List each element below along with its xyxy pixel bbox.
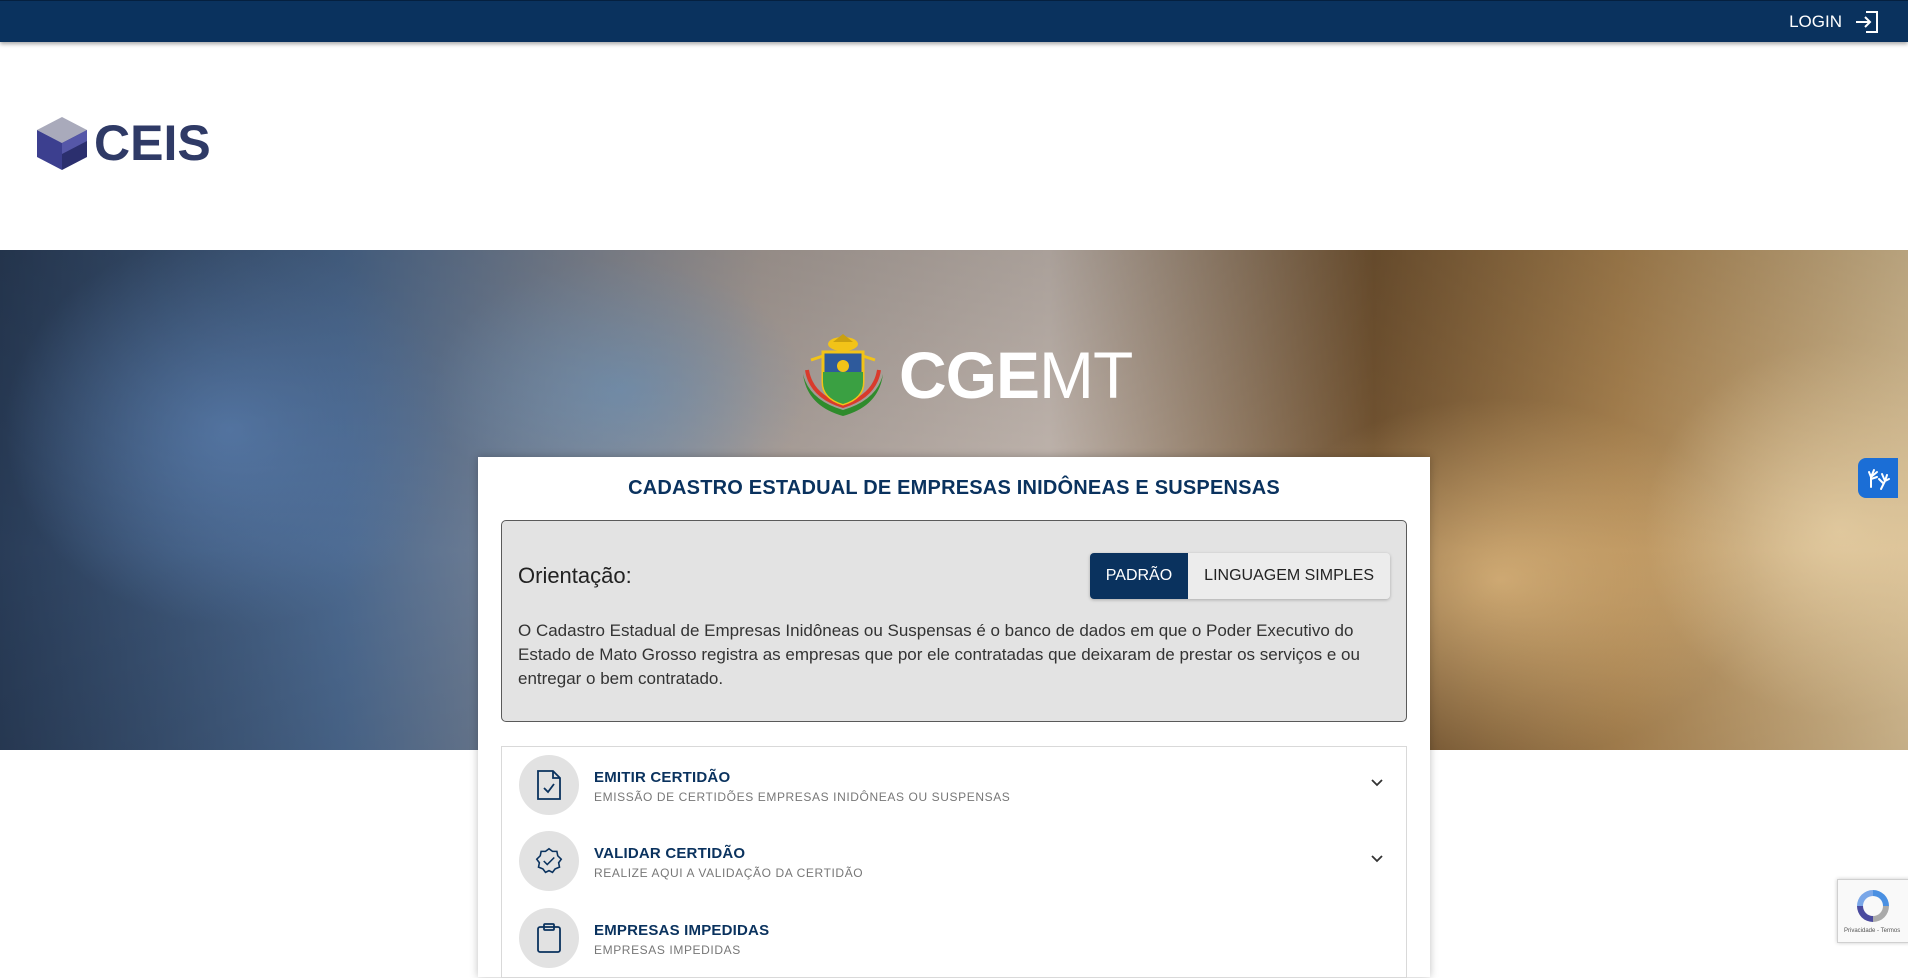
cgemt-logo: CGEMT	[797, 330, 1133, 420]
orientation-label: Orientação:	[518, 563, 632, 588]
ceis-logo[interactable]: CEIS	[34, 115, 211, 171]
accordion-title: EMITIR CERTIDÃO	[594, 769, 731, 786]
language-toggle: PADRÃO LINGUAGEM SIMPLES	[1089, 553, 1390, 599]
recaptcha-icon	[1857, 890, 1889, 922]
cube-logo-icon	[37, 117, 87, 170]
coat-of-arms-icon	[803, 334, 883, 416]
recaptcha-links[interactable]: Privacidade - Termos	[1844, 928, 1900, 934]
clipboard-icon	[519, 908, 579, 968]
main-panel: CADASTRO ESTADUAL DE EMPRESAS INIDÔNEAS …	[478, 457, 1430, 978]
logo-text: CEIS	[94, 115, 211, 171]
sign-in-icon	[1856, 11, 1878, 33]
accordion-title: EMPRESAS IMPEDIDAS	[594, 922, 770, 939]
orientation-text: O Cadastro Estadual de Empresas Inidônea…	[518, 621, 1360, 688]
login-label: LOGIN	[1789, 12, 1842, 31]
accordion-subtitle: REALIZE AQUI A VALIDAÇÃO DA CERTIDÃO	[594, 866, 864, 880]
orientation-box: Orientação: PADRÃO LINGUAGEM SIMPLES O C…	[501, 520, 1407, 722]
chevron-down-icon	[1371, 779, 1383, 787]
top-navbar: LOGIN	[0, 0, 1908, 42]
cgemt-wordmark: CGEMT	[899, 342, 1133, 408]
accessibility-button[interactable]	[1858, 458, 1898, 498]
toggle-linguagem-simples-button[interactable]: LINGUAGEM SIMPLES	[1188, 553, 1390, 599]
toggle-padrao-button[interactable]: PADRÃO	[1089, 553, 1189, 599]
accordion-validar-certidao[interactable]: VALIDAR CERTIDÃO REALIZE AQUI A VALIDAÇÃ…	[501, 823, 1407, 901]
accordion-title: VALIDAR CERTIDÃO	[594, 845, 746, 862]
accordion-emitir-certidao[interactable]: EMITIR CERTIDÃO EMISSÃO DE CERTIDÕES EMP…	[501, 746, 1407, 825]
chevron-down-icon	[1371, 855, 1383, 863]
cgemt-light: MT	[1039, 338, 1133, 412]
login-button[interactable]: LOGIN	[1789, 10, 1880, 34]
accordion-subtitle: EMISSÃO DE CERTIDÕES EMPRESAS INIDÔNEAS …	[594, 790, 1011, 804]
cgemt-bold: CGE	[899, 338, 1040, 412]
page-title: CADASTRO ESTADUAL DE EMPRESAS INIDÔNEAS …	[628, 477, 1280, 499]
document-check-icon	[519, 755, 579, 815]
accordion-subtitle: EMPRESAS IMPEDIDAS	[594, 943, 741, 957]
recaptcha-badge[interactable]: Privacidade - Termos	[1837, 879, 1908, 943]
badge-check-icon	[519, 831, 579, 891]
sign-language-hands-icon	[1868, 469, 1890, 490]
accordion-empresas-impedidas[interactable]: EMPRESAS IMPEDIDAS EMPRESAS IMPEDIDAS	[501, 900, 1407, 978]
